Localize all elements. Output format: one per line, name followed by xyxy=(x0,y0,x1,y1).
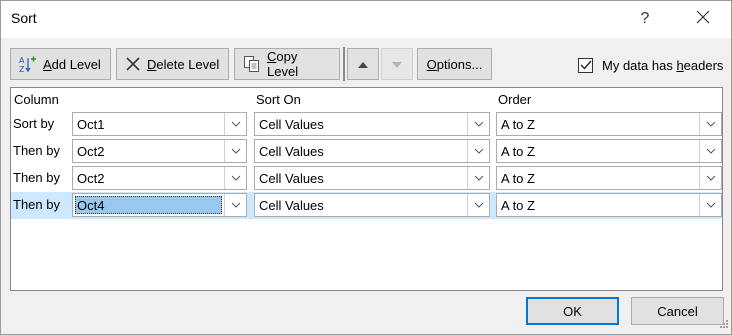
order-select-value: A to Z xyxy=(501,144,535,159)
sort-levels-grid: Column Sort On Order Sort by Oct1 Cell V… xyxy=(10,87,723,291)
chevron-down-icon[interactable] xyxy=(699,167,721,189)
order-select-value: A to Z xyxy=(501,171,535,186)
copy-icon xyxy=(243,55,261,73)
headers-checkbox-group[interactable]: My data has headers xyxy=(578,55,723,75)
chevron-down-icon[interactable] xyxy=(699,140,721,162)
sort-on-select[interactable]: Cell Values xyxy=(254,193,490,217)
chevron-down-icon[interactable] xyxy=(224,113,246,135)
sort-on-select-value: Cell Values xyxy=(259,117,324,132)
headers-checkbox-label: My data has headers xyxy=(602,57,724,73)
arrow-up-icon xyxy=(357,57,369,72)
order-select-value: A to Z xyxy=(501,198,535,213)
chevron-down-icon[interactable] xyxy=(467,167,489,189)
options-label: Options... xyxy=(426,56,483,72)
column-header-order: Order xyxy=(498,92,532,107)
chevron-down-icon[interactable] xyxy=(224,140,246,162)
sort-on-select[interactable]: Cell Values xyxy=(254,166,490,190)
sort-level-row[interactable]: Sort by Oct1 Cell Values A to Z xyxy=(11,111,722,138)
column-select-value: Oct2 xyxy=(77,144,105,159)
row-label: Then by xyxy=(13,197,60,212)
headers-checkbox[interactable] xyxy=(578,57,593,73)
add-level-label: Add Level xyxy=(43,56,101,72)
sort-on-select[interactable]: Cell Values xyxy=(254,112,490,136)
sort-on-select[interactable]: Cell Values xyxy=(254,139,490,163)
arrow-down-icon xyxy=(391,57,403,72)
row-label: Then by xyxy=(13,143,60,158)
delete-level-button[interactable]: Delete Level xyxy=(116,48,229,80)
chevron-down-icon[interactable] xyxy=(224,194,246,216)
title-bar: Sort ? xyxy=(1,1,731,38)
column-select[interactable]: Oct2 xyxy=(72,139,247,163)
copy-level-label: Copy Level xyxy=(267,49,299,79)
chevron-down-icon[interactable] xyxy=(699,113,721,135)
sort-on-select-value: Cell Values xyxy=(259,144,324,159)
column-select-value: Oct4 xyxy=(77,198,105,213)
chevron-down-icon[interactable] xyxy=(467,194,489,216)
order-select[interactable]: A to Z xyxy=(496,193,722,217)
sort-on-select-value: Cell Values xyxy=(259,171,324,186)
sort-dialog: Sort ? A Z Add Level Delete Level Copy L… xyxy=(0,0,732,335)
column-select-value: Oct1 xyxy=(77,117,105,132)
sort-level-row-selected[interactable]: Then by Oct4 Cell Values A to Z xyxy=(11,192,722,219)
sort-level-row[interactable]: Then by Oct2 Cell Values A to Z xyxy=(11,165,722,192)
add-level-button[interactable]: A Z Add Level xyxy=(10,48,111,80)
sort-level-row[interactable]: Then by Oct2 Cell Values A to Z xyxy=(11,138,722,165)
column-select[interactable]: Oct1 xyxy=(72,112,247,136)
column-header-column: Column xyxy=(14,92,59,107)
dialog-title: Sort xyxy=(11,10,37,26)
row-label: Then by xyxy=(13,170,60,185)
order-select-value: A to Z xyxy=(501,117,535,132)
move-down-button[interactable] xyxy=(381,48,413,80)
add-level-icon: A Z xyxy=(19,55,37,73)
ok-button[interactable]: OK xyxy=(526,297,619,325)
copy-level-button[interactable]: Copy Level xyxy=(234,48,340,80)
sort-on-select-value: Cell Values xyxy=(259,198,324,213)
options-button[interactable]: Options... xyxy=(417,48,492,80)
close-icon xyxy=(696,10,710,29)
column-select-value: Oct2 xyxy=(77,171,105,186)
chevron-down-icon[interactable] xyxy=(224,167,246,189)
resize-grip-icon[interactable] xyxy=(719,317,729,332)
chevron-down-icon[interactable] xyxy=(467,113,489,135)
delete-icon xyxy=(125,56,141,72)
order-select[interactable]: A to Z xyxy=(496,166,722,190)
column-header-sort-on: Sort On xyxy=(256,92,301,107)
svg-text:Z: Z xyxy=(19,65,25,73)
cancel-button[interactable]: Cancel xyxy=(631,297,724,325)
chevron-down-icon[interactable] xyxy=(699,194,721,216)
row-label: Sort by xyxy=(13,116,55,131)
toolbar-divider xyxy=(343,47,345,81)
chevron-down-icon[interactable] xyxy=(467,140,489,162)
column-select[interactable]: Oct4 xyxy=(72,193,247,217)
move-up-button[interactable] xyxy=(347,48,379,80)
svg-text:A: A xyxy=(19,56,25,65)
column-select[interactable]: Oct2 xyxy=(72,166,247,190)
order-select[interactable]: A to Z xyxy=(496,139,722,163)
delete-level-label: Delete Level xyxy=(147,56,220,72)
order-select[interactable]: A to Z xyxy=(496,112,722,136)
close-button[interactable] xyxy=(681,3,725,35)
help-button[interactable]: ? xyxy=(623,3,667,35)
